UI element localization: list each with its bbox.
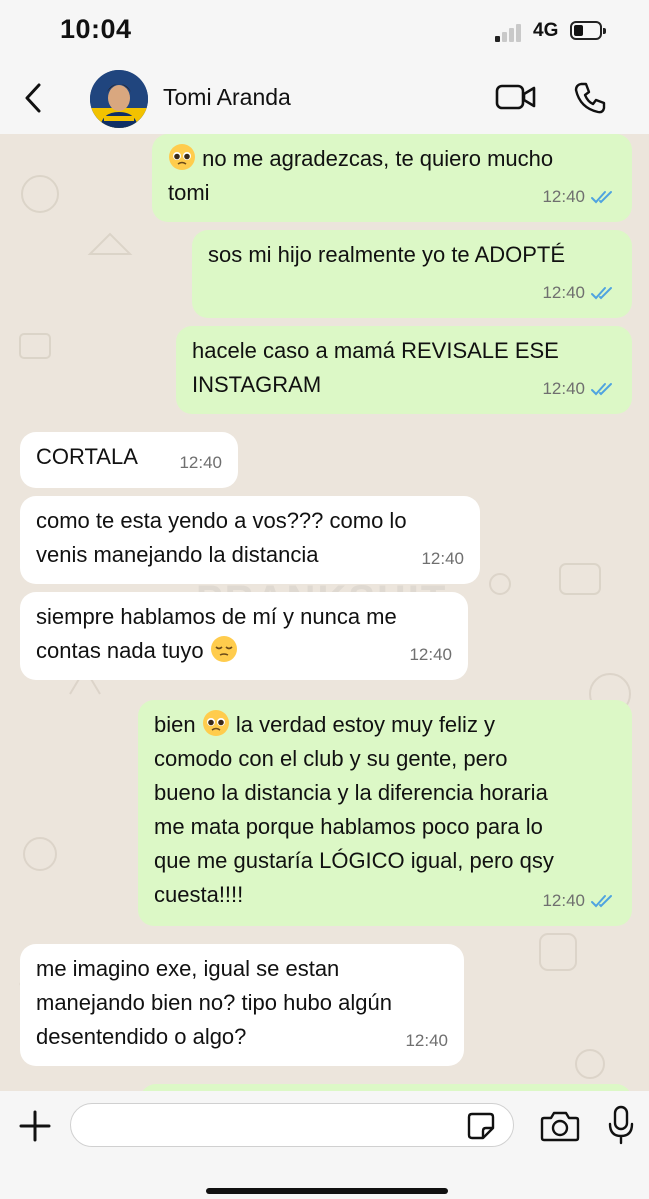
message-meta: 12:40 bbox=[542, 276, 616, 310]
message-text: como te esta yendo a vos??? como lo venis… bbox=[36, 504, 464, 572]
avatar-image bbox=[90, 70, 148, 128]
pensive-face-emoji-icon bbox=[210, 636, 237, 662]
message-line: comodo con el club y su gente, pero bbox=[154, 742, 616, 776]
attach-plus-icon[interactable] bbox=[18, 1109, 52, 1143]
message-text: siempre hablamos de mí y nunca me contas … bbox=[36, 600, 452, 668]
message-time: 12:40 bbox=[409, 645, 452, 664]
message-fragment: manejando bien no? tipo hubo algún bbox=[36, 990, 392, 1015]
message-line: hacele caso a mamá REVISALE ESE bbox=[192, 334, 616, 368]
outgoing-message-bubble[interactable]: hacele caso a mamá REVISALE ESE INSTAGRAM… bbox=[176, 326, 632, 414]
message-time: 12:40 bbox=[405, 1031, 448, 1050]
outgoing-message-bubble-partial[interactable] bbox=[140, 1084, 632, 1091]
message-fragment: INSTAGRAM bbox=[192, 372, 322, 397]
video-call-icon[interactable] bbox=[495, 82, 537, 112]
status-time: 10:04 bbox=[60, 14, 132, 44]
back-chevron-icon[interactable] bbox=[18, 80, 48, 116]
message-fragment: me mata porque hablamos poco para lo bbox=[154, 814, 543, 839]
message-fragment: tomi bbox=[168, 180, 210, 205]
input-bar bbox=[0, 1091, 649, 1199]
message-fragment: bueno la distancia y la diferencia horar… bbox=[154, 780, 548, 805]
signal-strength-icon bbox=[495, 24, 525, 42]
message-fragment: me imagino exe, igual se estan bbox=[36, 956, 340, 981]
message-fragment: venis manejando la distancia bbox=[36, 542, 319, 567]
chat-header: Tomi Aranda bbox=[0, 62, 649, 134]
message-fragment: desentendido o algo? bbox=[36, 1024, 247, 1049]
battery-icon bbox=[570, 21, 606, 40]
message-fragment: CORTALA bbox=[36, 444, 138, 469]
pleading-face-emoji-icon bbox=[169, 144, 195, 170]
camera-icon[interactable] bbox=[540, 1109, 580, 1143]
status-bar: 10:04 4G bbox=[0, 0, 649, 62]
message-line: como te esta yendo a vos??? como lo bbox=[36, 504, 464, 538]
message-fragment: hacele caso a mamá REVISALE ESE bbox=[192, 338, 559, 363]
message-line: me imagino exe, igual se estan bbox=[36, 952, 448, 986]
incoming-message-bubble[interactable]: CORTALA 12:40 bbox=[20, 432, 238, 488]
message-text: sos mi hijo realmente yo te ADOPTÉ bbox=[208, 238, 616, 272]
message-line: bien la verdad estoy muy feliz y bbox=[154, 708, 616, 742]
message-fragment: comodo con el club y su gente, pero bbox=[154, 746, 508, 771]
outgoing-message-bubble[interactable]: sos mi hijo realmente yo te ADOPTÉ 12:40 bbox=[192, 230, 632, 318]
message-time: 12:40 bbox=[421, 549, 464, 568]
message-time: 12:40 bbox=[542, 891, 585, 910]
double-check-icon bbox=[591, 191, 612, 204]
message-meta: 12:40 bbox=[421, 542, 464, 576]
message-time: 12:40 bbox=[542, 187, 585, 206]
message-fragment: contas nada tuyo bbox=[36, 638, 204, 663]
message-meta: 12:40 bbox=[542, 372, 616, 406]
message-fragment: no me agradezcas, te quiero mucho bbox=[202, 146, 554, 171]
message-line: no me agradezcas, te quiero mucho bbox=[168, 142, 616, 176]
message-fragment: bien bbox=[154, 712, 202, 737]
pleading-face-emoji-icon bbox=[202, 710, 229, 736]
message-line: bueno la distancia y la diferencia horar… bbox=[154, 776, 616, 810]
message-meta: 12:40 bbox=[409, 638, 452, 672]
message-time: 12:40 bbox=[542, 379, 585, 398]
message-meta: 12:40 bbox=[405, 1024, 448, 1058]
message-line: manejando bien no? tipo hubo algún bbox=[36, 986, 448, 1020]
message-line: sos mi hijo realmente yo te ADOPTÉ bbox=[208, 238, 616, 272]
message-line: que me gustaría LÓGICO igual, pero qsy bbox=[154, 844, 616, 878]
message-text: me imagino exe, igual se estan manejando … bbox=[36, 952, 448, 1054]
message-line: contas nada tuyo bbox=[36, 634, 452, 668]
outgoing-message-bubble[interactable]: bien la verdad estoy muy feliz y comodo c… bbox=[138, 700, 632, 926]
message-line: venis manejando la distancia bbox=[36, 538, 464, 572]
message-text: bien la verdad estoy muy feliz y comodo c… bbox=[154, 708, 616, 912]
microphone-icon[interactable] bbox=[608, 1105, 634, 1145]
incoming-message-bubble[interactable]: siempre hablamos de mí y nunca me contas … bbox=[20, 592, 468, 680]
message-meta: 12:40 bbox=[179, 446, 222, 480]
message-line: desentendido o algo? bbox=[36, 1020, 448, 1054]
message-fragment: sos mi hijo realmente yo te ADOPTÉ bbox=[208, 242, 566, 267]
double-check-icon bbox=[591, 287, 612, 300]
message-fragment: que me gustaría LÓGICO igual, pero qsy bbox=[154, 848, 554, 873]
double-check-icon bbox=[591, 383, 612, 396]
message-time: 12:40 bbox=[542, 283, 585, 302]
message-input[interactable] bbox=[70, 1103, 514, 1147]
message-line: me mata porque hablamos poco para lo bbox=[154, 810, 616, 844]
sticker-icon[interactable] bbox=[466, 1111, 496, 1141]
message-line: siempre hablamos de mí y nunca me bbox=[36, 600, 452, 634]
outgoing-message-bubble[interactable]: no me agradezcas, te quiero mucho tomi 12:… bbox=[152, 134, 632, 222]
avatar[interactable] bbox=[90, 70, 148, 128]
whatsapp-chat-screen: 10:04 4G Tomi Aranda no me agradezcas, t… bbox=[0, 0, 649, 1199]
message-fragment: la verdad estoy muy feliz y bbox=[229, 712, 496, 737]
message-meta: 12:40 bbox=[542, 884, 616, 918]
message-fragment: cuesta!!!! bbox=[154, 882, 244, 907]
home-indicator bbox=[206, 1188, 448, 1194]
incoming-message-bubble[interactable]: me imagino exe, igual se estan manejando … bbox=[20, 944, 464, 1066]
message-fragment: siempre hablamos de mí y nunca me bbox=[36, 604, 397, 629]
contact-name[interactable]: Tomi Aranda bbox=[163, 84, 291, 111]
double-check-icon bbox=[591, 895, 612, 908]
network-type: 4G bbox=[533, 20, 559, 41]
phone-call-icon[interactable] bbox=[572, 80, 608, 116]
message-meta: 12:40 bbox=[542, 180, 616, 214]
message-list[interactable]: PRANKSHIT no me agradezcas, te quiero mu… bbox=[0, 134, 649, 1091]
message-fragment: como te esta yendo a vos??? como lo bbox=[36, 508, 407, 533]
incoming-message-bubble[interactable]: como te esta yendo a vos??? como lo venis… bbox=[20, 496, 480, 584]
message-time: 12:40 bbox=[179, 453, 222, 472]
